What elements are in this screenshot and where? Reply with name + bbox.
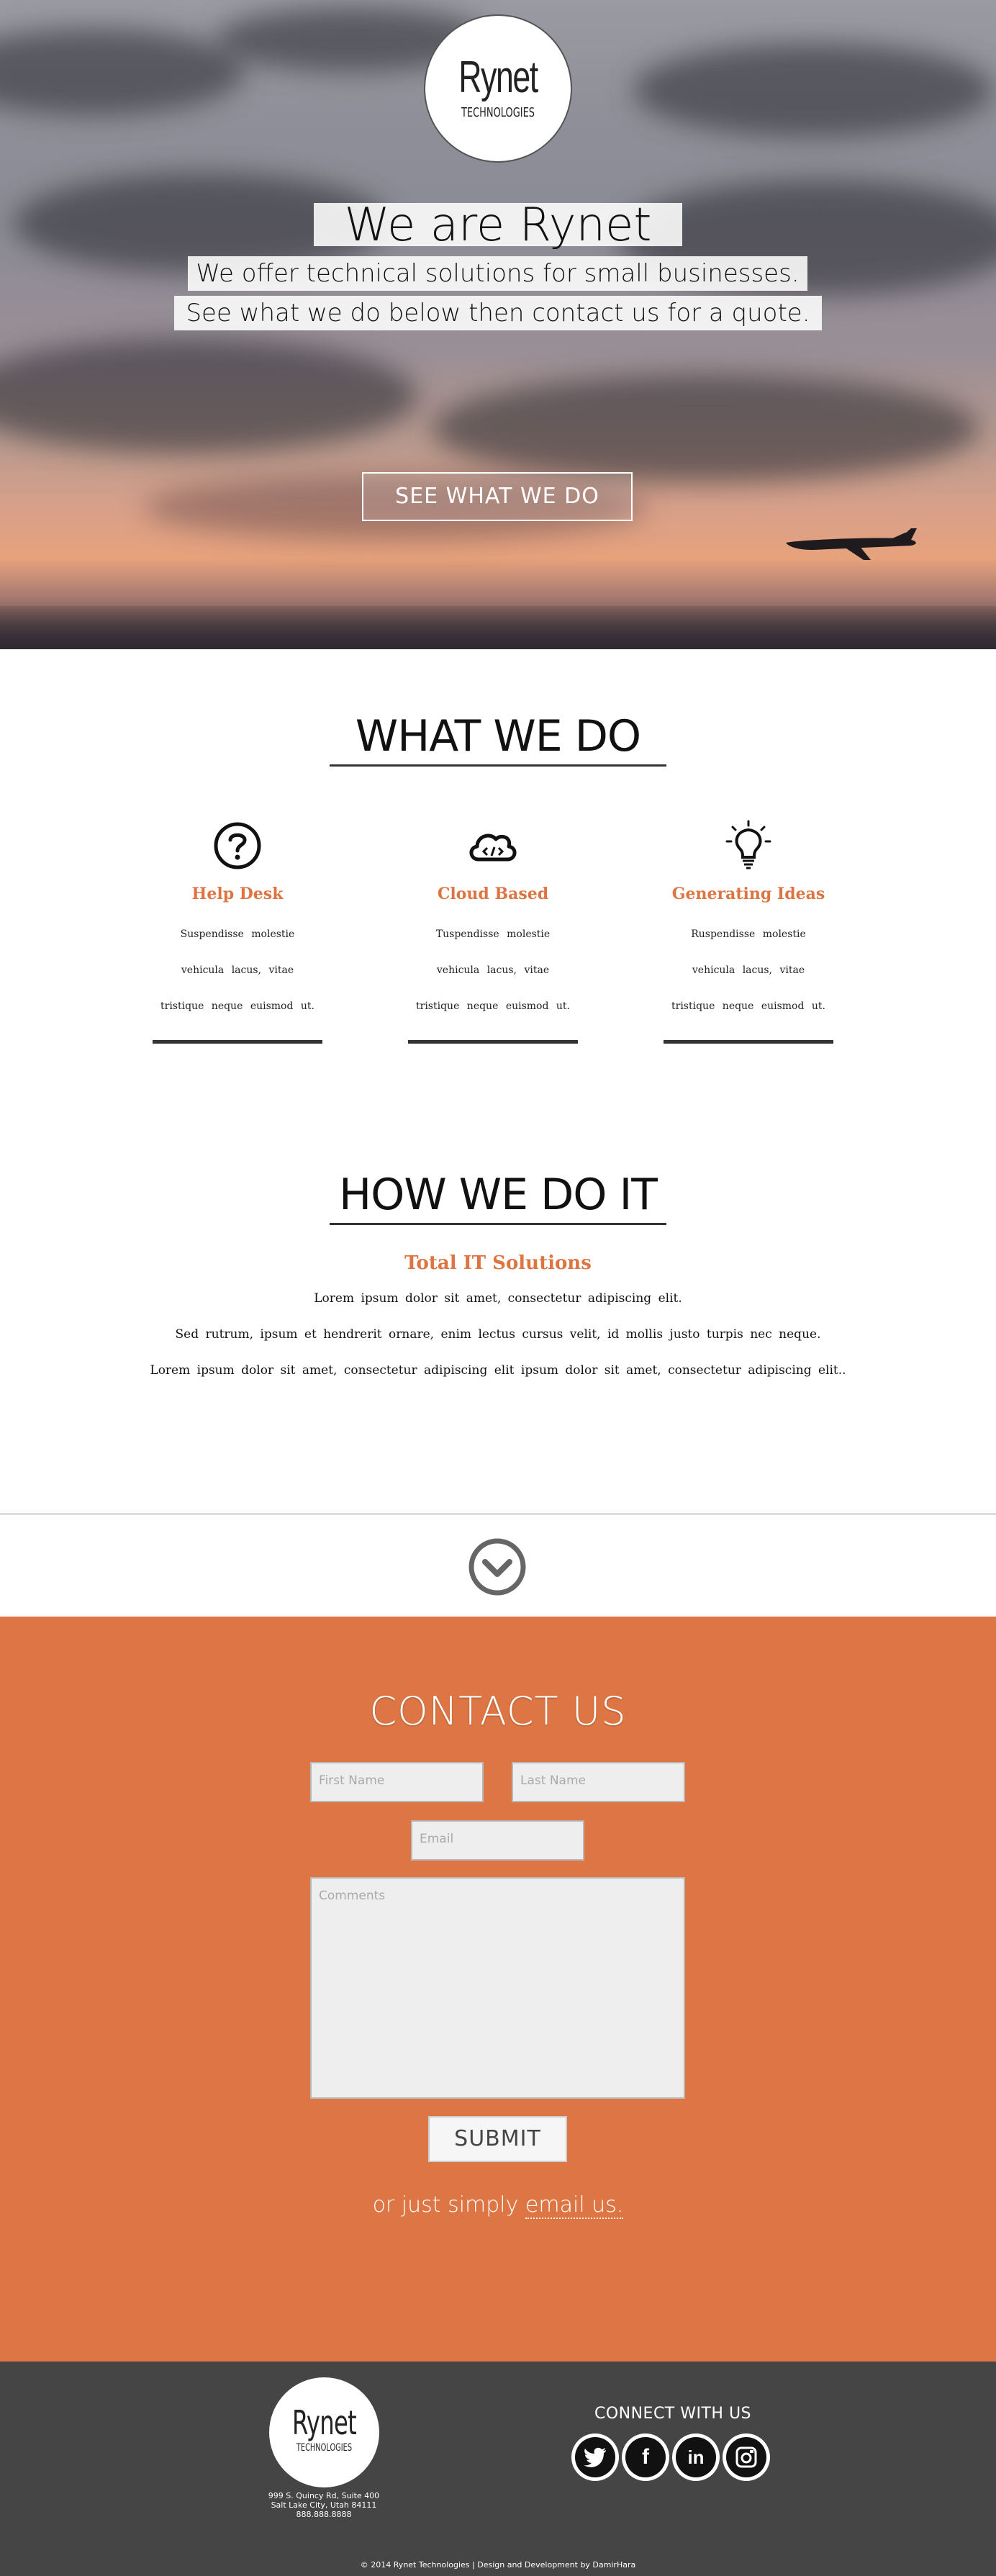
service-name: Generating Ideas: [671, 885, 825, 903]
chevron-down-icon[interactable]: [468, 1537, 527, 1596]
copyright-text: © 2014 Rynet Technologies | Design and D…: [360, 2560, 636, 2570]
twitter-icon[interactable]: [571, 2433, 619, 2481]
how-text-line: Sed rutrum, ipsum et hendrerit ornare, e…: [175, 1327, 821, 1342]
service-bar: [408, 1040, 578, 1044]
footer-logo-sub: TECHNOLOGIES: [296, 2442, 353, 2454]
service-bar: [153, 1040, 322, 1044]
service-name: Cloud Based: [437, 885, 549, 903]
email-field[interactable]: Email: [411, 1820, 584, 1861]
linkedin-icon[interactable]: in: [672, 2433, 720, 2481]
last-name-field[interactable]: Last Name: [512, 1762, 685, 1802]
contact-section: CONTACT US First Name Last Name Email Co…: [0, 1617, 996, 2362]
email-alt-text: or just simply: [372, 2192, 519, 2218]
what-we-do-underline: [330, 764, 666, 767]
hero-logo[interactable]: Rynet TECHNOLOGIES: [424, 14, 572, 163]
hero-subtitle-1: We offer technical solutions for small b…: [188, 256, 807, 291]
see-what-we-do-button[interactable]: SEE WHAT WE DO: [362, 472, 633, 521]
hero-subtitle-2: See what we do below then contact us for…: [174, 296, 822, 330]
logo-sub-text: TECHNOLOGIES: [461, 105, 535, 120]
how-we-do-it-underline: [330, 1223, 666, 1225]
logo-main-text: Rynet: [458, 53, 538, 102]
how-we-do-it-title: HOW WE DO IT: [339, 1170, 658, 1220]
hero-section: Rynet TECHNOLOGIES We are Rynet We offer…: [0, 0, 996, 649]
service-description: Tuspendisse molestie vehicula lacus, vit…: [416, 928, 570, 1012]
how-text-line: Lorem ipsum dolor sit amet, consectetur …: [150, 1363, 846, 1378]
what-we-do-title: WHAT WE DO: [355, 711, 641, 761]
connect-title: CONNECT WITH US: [594, 2405, 752, 2423]
email-alternative: or just simply email us.: [0, 2192, 996, 2219]
email-us-link[interactable]: email us.: [525, 2192, 624, 2219]
instagram-icon[interactable]: [723, 2433, 770, 2481]
question-icon: [153, 817, 322, 875]
comments-field[interactable]: Comments: [310, 1877, 685, 2099]
service-name: Help Desk: [191, 885, 284, 903]
contact-title: CONTACT US: [369, 1689, 627, 1734]
phone-number: 888.888.8888: [296, 2510, 352, 2519]
airplane-image: [786, 528, 917, 560]
cloud-code-icon: [408, 817, 578, 875]
lightbulb-icon: [664, 817, 833, 875]
hero-title: We are Rynet: [314, 202, 682, 248]
address-line-1: 999 S. Quincy Rd, Suite 400: [268, 2491, 380, 2500]
submit-button[interactable]: SUBMIT: [428, 2116, 567, 2162]
service-card-cloud-based: Cloud Based Tuspendisse molestie vehicul…: [408, 817, 578, 1044]
section-divider: [0, 1513, 996, 1515]
footer-logo-main: Rynet: [291, 2403, 357, 2442]
first-name-field[interactable]: First Name: [310, 1762, 484, 1802]
address-line-2: Salt Lake City, Utah 84111: [271, 2500, 377, 2510]
footer: Rynet TECHNOLOGIES 999 S. Quincy Rd, Sui…: [0, 2362, 996, 2576]
footer-logo[interactable]: Rynet TECHNOLOGIES: [269, 2377, 379, 2487]
how-text-line: Lorem ipsum dolor sit amet, consectetur …: [314, 1291, 682, 1306]
service-bar: [664, 1040, 833, 1044]
service-description: Suspendisse molestie vehicula lacus, vit…: [160, 928, 314, 1012]
facebook-icon[interactable]: f: [622, 2433, 669, 2481]
service-card-help-desk: Help Desk Suspendisse molestie vehicula …: [153, 817, 322, 1044]
how-subtitle: Total IT Solutions: [404, 1252, 592, 1274]
service-description: Ruspendisse molestie vehicula lacus, vit…: [671, 928, 825, 1012]
service-card-generating-ideas: Generating Ideas Ruspendisse molestie ve…: [664, 817, 833, 1044]
footer-address: 999 S. Quincy Rd, Suite 400 Salt Lake Ci…: [237, 2491, 410, 2519]
